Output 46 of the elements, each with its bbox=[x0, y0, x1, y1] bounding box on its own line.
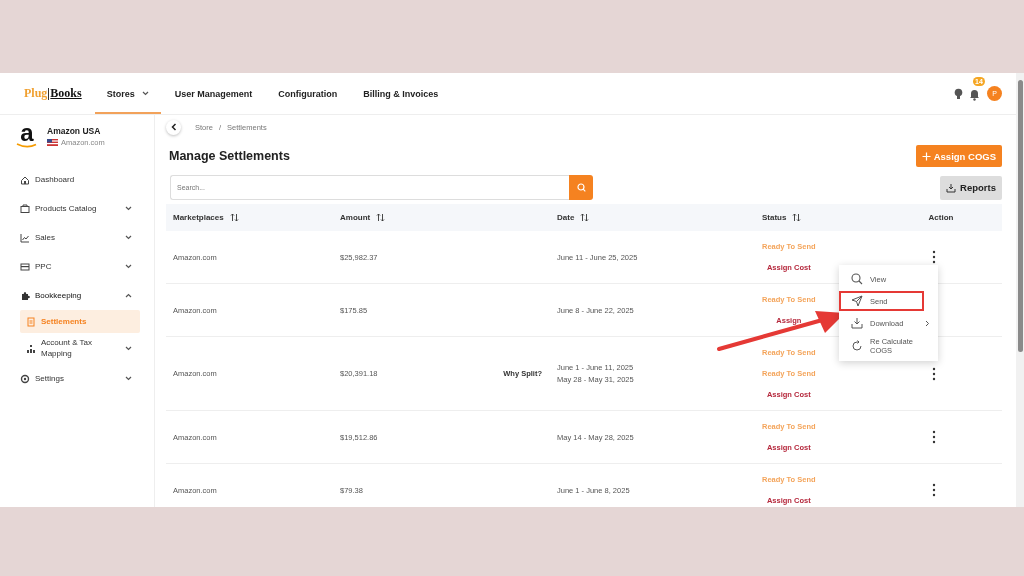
sidebar-item[interactable]: Settings bbox=[14, 364, 140, 393]
flag-icon bbox=[47, 138, 58, 146]
sidebar-item[interactable]: Dashboard bbox=[14, 165, 140, 194]
column-header[interactable]: Status bbox=[755, 213, 880, 222]
puzzle-icon bbox=[20, 290, 30, 301]
nav-tab[interactable]: Billing & Invoices bbox=[351, 73, 451, 114]
hierarchy-icon bbox=[26, 343, 36, 354]
more-options-icon[interactable] bbox=[931, 430, 937, 444]
column-header: Action bbox=[927, 213, 955, 222]
column-header[interactable]: Marketplaces bbox=[166, 213, 333, 222]
search-icon bbox=[851, 273, 863, 285]
sidebar-item[interactable]: Account & Tax Mapping bbox=[20, 333, 140, 364]
document-icon bbox=[26, 316, 36, 327]
nav-tab[interactable]: User Management bbox=[162, 73, 265, 114]
more-options-icon[interactable] bbox=[931, 250, 937, 264]
card-icon bbox=[20, 261, 30, 272]
sidebar-item[interactable]: PPC bbox=[14, 252, 140, 281]
more-options-icon[interactable] bbox=[931, 366, 937, 381]
refresh-icon bbox=[851, 340, 863, 352]
more-options-icon[interactable] bbox=[931, 483, 937, 497]
page-title: Manage Settlements bbox=[169, 149, 290, 163]
sidebar-item[interactable]: Bookkeeping bbox=[14, 281, 140, 310]
scrollbar[interactable] bbox=[1016, 73, 1024, 507]
home-icon bbox=[20, 174, 30, 185]
download-icon bbox=[946, 182, 957, 193]
store-name: Amazon USA bbox=[47, 125, 102, 136]
box-icon bbox=[20, 203, 30, 214]
plus-icon bbox=[921, 151, 931, 161]
download-icon bbox=[851, 317, 863, 329]
settings-icon bbox=[20, 373, 30, 384]
sidebar-item[interactable]: Sales bbox=[14, 223, 140, 252]
store-logo: a bbox=[14, 123, 40, 149]
chart-icon bbox=[20, 232, 30, 243]
column-header[interactable]: Date bbox=[550, 213, 755, 222]
search-icon bbox=[576, 183, 586, 192]
logo[interactable]: Plug Books bbox=[24, 73, 82, 114]
bell-icon[interactable] bbox=[969, 87, 980, 101]
back-button[interactable] bbox=[166, 119, 181, 135]
lightbulb-icon[interactable] bbox=[954, 87, 963, 100]
sidebar-item[interactable]: Products Catalog bbox=[14, 194, 140, 223]
column-header[interactable]: Amount bbox=[333, 213, 550, 222]
chevron-left-icon bbox=[170, 123, 177, 131]
nav-tab[interactable]: Configuration bbox=[266, 73, 350, 114]
paper-plane-icon bbox=[851, 295, 863, 307]
reports-button[interactable]: Reports bbox=[940, 175, 1002, 200]
nav-tab[interactable]: Stores bbox=[94, 73, 161, 114]
